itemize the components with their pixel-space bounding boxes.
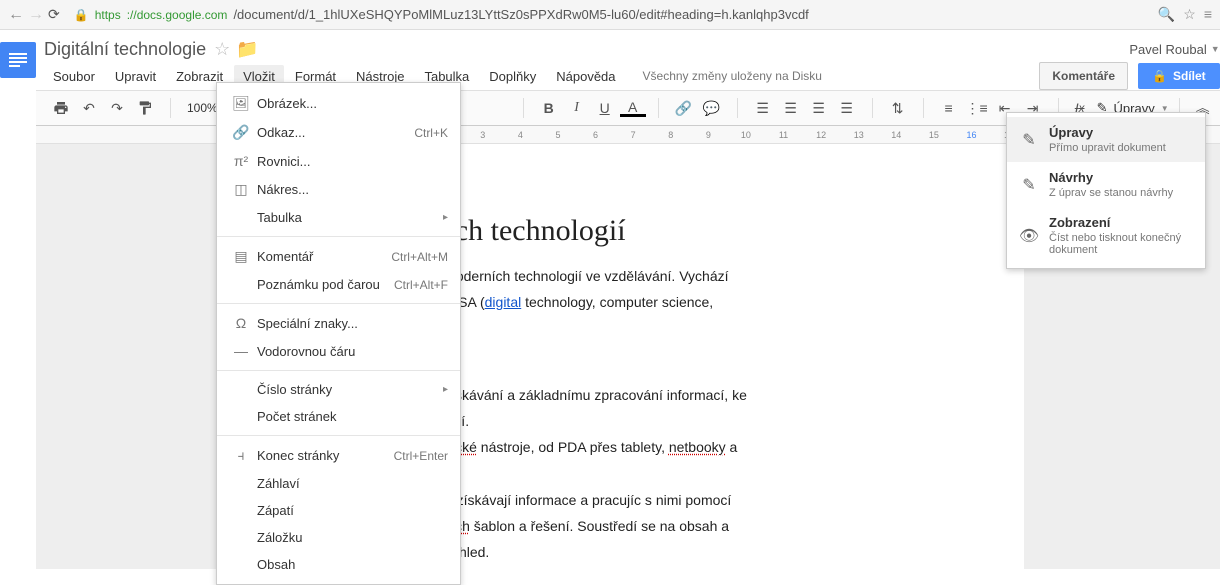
italic-icon[interactable]: I: [564, 95, 590, 121]
line-spacing-icon[interactable]: ⇅: [885, 95, 911, 121]
save-status: Všechny změny uloženy na Disku: [643, 69, 822, 83]
folder-icon[interactable]: 📁: [236, 39, 258, 60]
menu-napoveda[interactable]: Nápověda: [547, 65, 624, 88]
insert-page-number[interactable]: Číslo stránky▸: [217, 376, 460, 403]
comment-icon: ▤: [229, 248, 253, 265]
user-dropdown-icon[interactable]: ▼: [1211, 44, 1220, 54]
bulleted-list-icon[interactable]: ⋮≡: [964, 95, 990, 121]
docs-logo[interactable]: [0, 30, 36, 569]
reload-icon[interactable]: ⟳: [48, 6, 60, 24]
align-left-icon[interactable]: ☰: [750, 95, 776, 121]
insert-equation[interactable]: π²Rovnici...: [217, 147, 460, 175]
redo-icon[interactable]: ↷: [104, 95, 130, 121]
menu-icon[interactable]: ≡: [1204, 6, 1212, 23]
url-bar[interactable]: 🔒 https ://docs.google.com/document/d/1_1…: [68, 7, 1150, 22]
back-icon[interactable]: ←: [8, 6, 24, 24]
numbered-list-icon[interactable]: ≡: [936, 95, 962, 121]
share-label: Sdílet: [1173, 69, 1206, 83]
url-host: ://docs.google.com: [127, 8, 228, 22]
document-title[interactable]: Digitální technologie: [44, 39, 206, 60]
image-icon: 🖼: [229, 95, 253, 112]
submenu-arrow-icon: ▸: [435, 212, 448, 223]
link-icon: 🔗: [229, 124, 253, 141]
underline-icon[interactable]: U: [592, 95, 618, 121]
insert-image[interactable]: 🖼Obrázek...: [217, 89, 460, 118]
browser-chrome: ← → ⟳ 🔒 https ://docs.google.com/document…: [0, 0, 1220, 30]
forward-icon[interactable]: →: [28, 6, 44, 24]
paint-format-icon[interactable]: [132, 95, 158, 121]
mode-viewing[interactable]: 👁 ZobrazeníČíst nebo tisknout konečný do…: [1007, 207, 1205, 264]
undo-icon[interactable]: ↶: [76, 95, 102, 121]
menu-upravit[interactable]: Upravit: [106, 65, 165, 88]
insert-horizontal-line[interactable]: —Vodorovnou čáru: [217, 337, 460, 365]
menu-soubor[interactable]: Soubor: [44, 65, 104, 88]
insert-special-chars[interactable]: ΩSpeciální znaky...: [217, 309, 460, 337]
insert-footnote[interactable]: Poznámku pod čarouCtrl+Alt+F: [217, 271, 460, 298]
pencil-icon: ✎: [1019, 125, 1039, 154]
equation-icon: π²: [229, 153, 253, 169]
star-doc-icon[interactable]: ☆: [214, 39, 230, 60]
insert-link-icon[interactable]: 🔗: [671, 95, 697, 121]
page-break-icon: ⫞: [229, 447, 253, 464]
url-protocol: https: [95, 8, 121, 22]
align-right-icon[interactable]: ☰: [806, 95, 832, 121]
menu-bar: Soubor Upravit Zobrazit Vložit Formát Ná…: [36, 62, 1220, 90]
suggest-icon: ✎: [1019, 170, 1039, 199]
insert-page-count[interactable]: Počet stránek: [217, 403, 460, 430]
editing-mode-menu: ✎ ÚpravyPřímo upravit dokument ✎ NávrhyZ…: [1006, 112, 1206, 269]
insert-page-break[interactable]: ⫞Konec stránkyCtrl+Enter: [217, 441, 460, 470]
eye-icon: 👁: [1019, 215, 1039, 256]
insert-link[interactable]: 🔗Odkaz...Ctrl+K: [217, 118, 460, 147]
lock-icon: 🔒: [74, 8, 89, 22]
align-center-icon[interactable]: ☰: [778, 95, 804, 121]
mode-suggesting[interactable]: ✎ NávrhyZ úprav se stanou návrhy: [1007, 162, 1205, 207]
submenu-arrow-icon: ▸: [435, 384, 448, 395]
menu-doplnky[interactable]: Doplňky: [480, 65, 545, 88]
user-name[interactable]: Pavel Roubal: [1129, 42, 1206, 57]
bold-icon[interactable]: B: [536, 95, 562, 121]
text-color-icon[interactable]: A: [620, 99, 646, 117]
url-path: /document/d/1_1hlUXeSHQYPoMlMLuz13LYttSz…: [233, 7, 808, 22]
insert-comment[interactable]: ▤KomentářCtrl+Alt+M: [217, 242, 460, 271]
insert-footer[interactable]: Zápatí: [217, 497, 460, 524]
insert-comment-icon[interactable]: 💬: [699, 95, 725, 121]
insert-menu-dropdown: 🖼Obrázek... 🔗Odkaz...Ctrl+K π²Rovnici...…: [216, 82, 461, 585]
line-icon: —: [229, 343, 253, 359]
insert-table[interactable]: Tabulka▸: [217, 204, 460, 231]
insert-drawing[interactable]: ◫Nákres...: [217, 175, 460, 204]
lock-share-icon: 🔒: [1152, 69, 1167, 83]
share-button[interactable]: 🔒 Sdílet: [1138, 63, 1220, 89]
insert-bookmark[interactable]: Záložku: [217, 524, 460, 551]
drawing-icon: ◫: [229, 181, 253, 198]
insert-toc[interactable]: Obsah: [217, 551, 460, 578]
insert-header[interactable]: Záhlaví: [217, 470, 460, 497]
search-icon[interactable]: 🔍: [1158, 6, 1175, 23]
star-icon[interactable]: ☆: [1183, 6, 1196, 23]
omega-icon: Ω: [229, 315, 253, 331]
print-icon[interactable]: [48, 95, 74, 121]
mode-editing[interactable]: ✎ ÚpravyPřímo upravit dokument: [1007, 117, 1205, 162]
align-justify-icon[interactable]: ☰: [834, 95, 860, 121]
comments-button[interactable]: Komentáře: [1039, 62, 1128, 90]
